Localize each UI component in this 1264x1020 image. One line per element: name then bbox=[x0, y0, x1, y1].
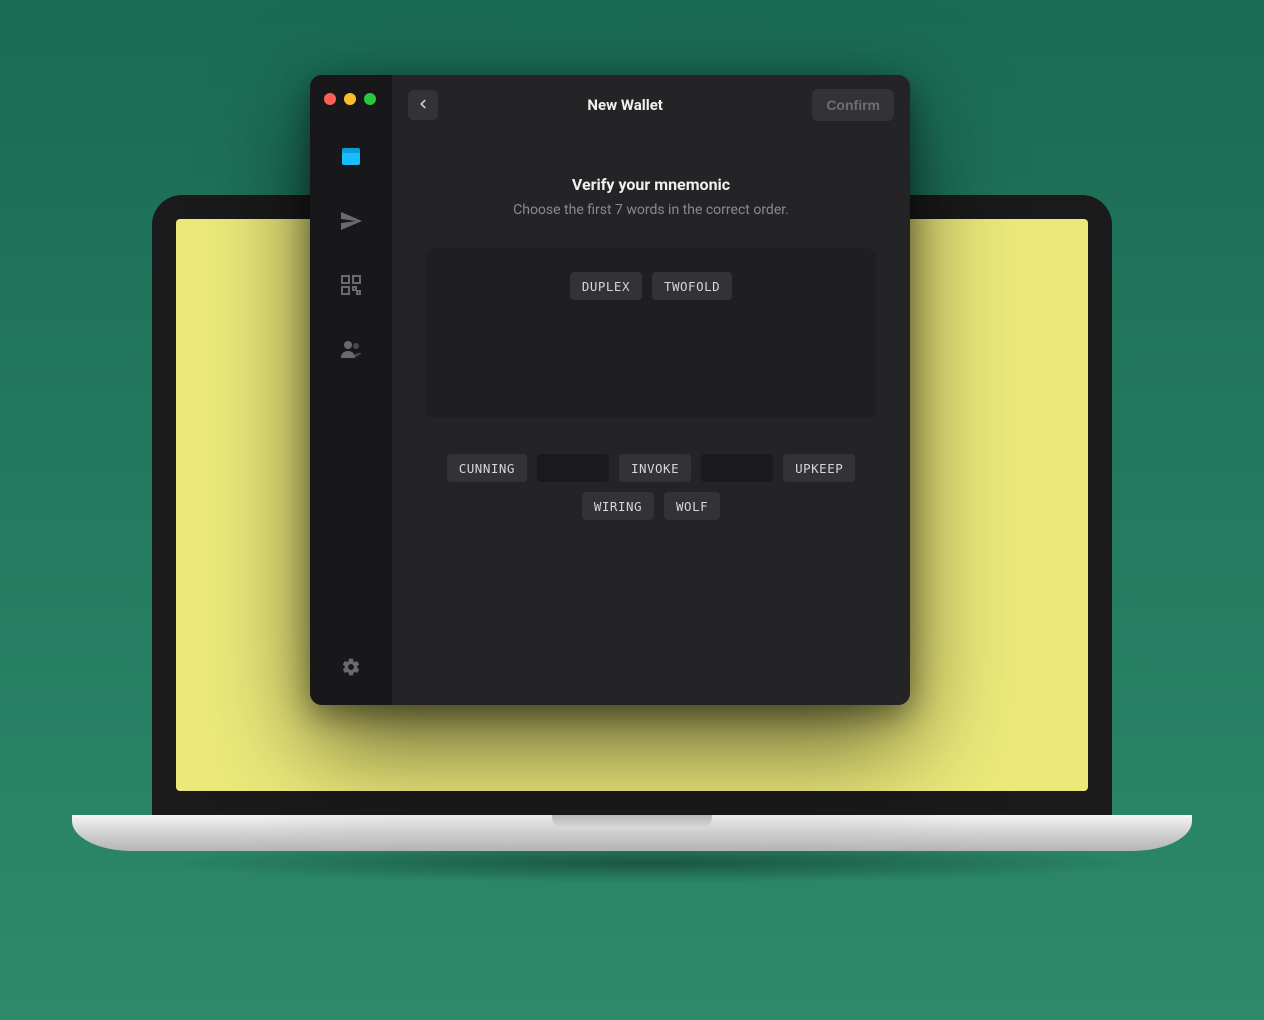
sidebar-item-settings[interactable] bbox=[341, 657, 361, 705]
pool-word-wiring[interactable]: WIRING bbox=[582, 492, 654, 520]
selected-word-duplex[interactable]: DUPLEX bbox=[570, 272, 642, 300]
laptop-base bbox=[72, 815, 1192, 851]
verify-title: Verify your mnemonic bbox=[572, 175, 730, 194]
pool-word-empty-slot[interactable] bbox=[537, 454, 609, 482]
sidebar-item-receive[interactable] bbox=[339, 273, 363, 297]
pool-word-invoke[interactable]: INVOKE bbox=[619, 454, 691, 482]
minimize-window-button[interactable] bbox=[344, 93, 356, 105]
sidebar-item-wallet[interactable] bbox=[339, 145, 363, 169]
maximize-window-button[interactable] bbox=[364, 93, 376, 105]
header: New Wallet Confirm bbox=[392, 75, 910, 135]
sidebar-nav bbox=[339, 145, 363, 657]
qr-code-icon bbox=[339, 273, 363, 297]
selected-words-zone: DUPLEX TWOFOLD bbox=[426, 248, 876, 418]
pool-word-upkeep[interactable]: UPKEEP bbox=[783, 454, 855, 482]
pool-word-cunning[interactable]: CUNNING bbox=[447, 454, 527, 482]
sidebar-item-send[interactable] bbox=[339, 209, 363, 233]
send-icon bbox=[339, 209, 363, 233]
gear-icon bbox=[341, 662, 361, 681]
back-button[interactable] bbox=[408, 90, 438, 120]
wallet-icon bbox=[339, 145, 363, 169]
verify-subtitle: Choose the first 7 words in the correct … bbox=[513, 202, 789, 218]
confirm-button[interactable]: Confirm bbox=[812, 89, 894, 121]
page-title: New Wallet bbox=[587, 96, 662, 114]
pool-word-empty-slot[interactable] bbox=[701, 454, 773, 482]
contacts-icon bbox=[339, 337, 363, 361]
sidebar-item-contacts[interactable] bbox=[339, 337, 363, 361]
chevron-left-icon bbox=[416, 96, 430, 115]
main-content: New Wallet Confirm Verify your mnemonic … bbox=[392, 75, 910, 705]
word-pool-zone: CUNNING INVOKE UPKEEP WIRING WOLF bbox=[426, 454, 876, 520]
app-window: New Wallet Confirm Verify your mnemonic … bbox=[310, 75, 910, 705]
sidebar bbox=[310, 75, 392, 705]
selected-word-twofold[interactable]: TWOFOLD bbox=[652, 272, 732, 300]
window-controls bbox=[310, 85, 376, 105]
laptop-notch bbox=[552, 815, 712, 829]
close-window-button[interactable] bbox=[324, 93, 336, 105]
content: Verify your mnemonic Choose the first 7 … bbox=[392, 135, 910, 705]
pool-word-wolf[interactable]: WOLF bbox=[664, 492, 720, 520]
